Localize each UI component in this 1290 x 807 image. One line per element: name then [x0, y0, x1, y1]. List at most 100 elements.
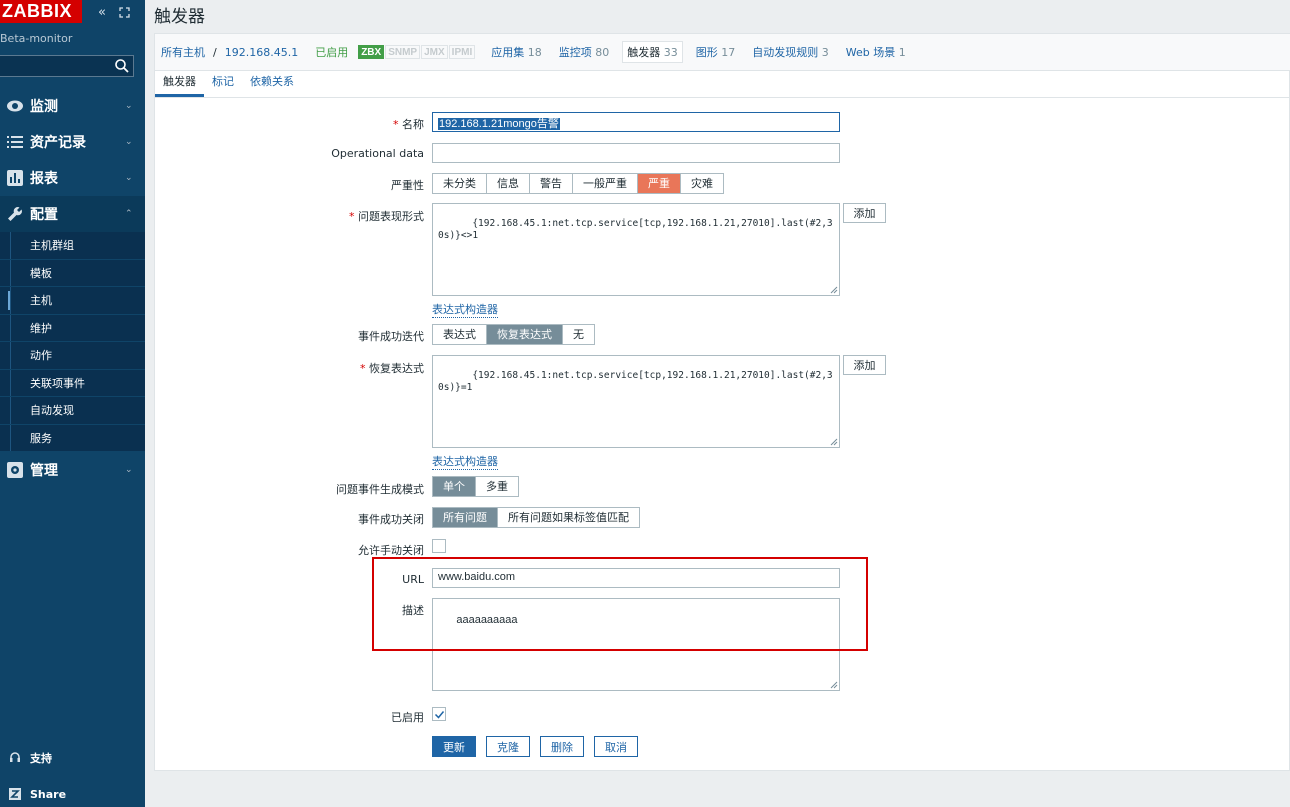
- allow-manual-close-checkbox[interactable]: [432, 539, 446, 553]
- allow-manual-close-label: 允许手动关闭: [358, 544, 424, 557]
- ok-event-generation-selector: 表达式 恢复表达式 无: [432, 324, 595, 345]
- chevron-down-icon: ⌄: [125, 465, 133, 475]
- eye-icon: [0, 100, 30, 112]
- severity-information[interactable]: 信息: [487, 174, 530, 193]
- problem-expression-label: 问题表现形式: [349, 208, 424, 224]
- ok-event-closes-selector: 所有问题 所有问题如果标签值匹配: [432, 507, 640, 528]
- ok-event-none[interactable]: 无: [563, 325, 594, 344]
- description-textarea[interactable]: aaaaaaaaaa: [432, 598, 840, 691]
- headset-icon: [0, 752, 30, 764]
- form-tabs: 触发器 标记 依赖关系: [155, 71, 1290, 98]
- breadcrumb-discovery-rules[interactable]: 自动发现规则 3: [752, 44, 829, 60]
- snmp-badge: SNMP: [385, 45, 421, 59]
- wrench-icon: [0, 206, 30, 222]
- ok-event-closes-label: 事件成功关闭: [358, 513, 424, 526]
- url-input[interactable]: www.baidu.com: [432, 568, 840, 588]
- menu-reports[interactable]: 报表 ⌄: [0, 160, 145, 196]
- resize-grip-icon[interactable]: [830, 286, 838, 294]
- availability-badges: ZBX SNMP JMX IPMI: [358, 45, 476, 59]
- recovery-expression-builder-link[interactable]: 表达式构造器: [432, 453, 498, 470]
- add-problem-expression-button[interactable]: 添加: [843, 203, 886, 223]
- main-panel: 所有主机 / 192.168.45.1 已启用 ZBX SNMP JMX IPM…: [154, 33, 1290, 771]
- ok-event-generation-label: 事件成功迭代: [358, 330, 424, 343]
- tab-trigger[interactable]: 触发器: [155, 73, 204, 97]
- submenu-maintenance[interactable]: 维护: [0, 314, 145, 342]
- name-input[interactable]: 192.168.1.21mongo告警: [432, 112, 840, 132]
- tab-dependencies[interactable]: 依赖关系: [242, 73, 302, 97]
- menu-configuration[interactable]: 配置 ⌃: [0, 196, 145, 232]
- delete-button[interactable]: 删除: [540, 736, 584, 757]
- problem-expression-builder-link[interactable]: 表达式构造器: [432, 301, 498, 318]
- severity-high[interactable]: 严重: [638, 174, 681, 193]
- list-icon: [0, 136, 30, 148]
- breadcrumb-web-scenarios[interactable]: Web 场景 1: [846, 44, 906, 60]
- add-recovery-expression-button[interactable]: 添加: [843, 355, 886, 375]
- search-icon[interactable]: [114, 58, 130, 74]
- severity-average[interactable]: 一般严重: [573, 174, 638, 193]
- sidebar-search-input[interactable]: [0, 55, 134, 77]
- breadcrumb-applications[interactable]: 应用集 18: [491, 44, 542, 60]
- chevron-down-icon: ⌄: [125, 173, 133, 183]
- generation-mode-multiple[interactable]: 多重: [476, 477, 518, 496]
- severity-warning[interactable]: 警告: [530, 174, 573, 193]
- menu-monitoring[interactable]: 监测 ⌄: [0, 88, 145, 124]
- closes-all-problems[interactable]: 所有问题: [433, 508, 498, 527]
- share-link[interactable]: Share: [0, 776, 145, 807]
- kiosk-mode-icon[interactable]: [116, 4, 132, 20]
- breadcrumb-separator: /: [213, 45, 217, 59]
- severity-selector: 未分类 信息 警告 一般严重 严重 灾难: [432, 173, 724, 194]
- ipmi-badge: IPMI: [448, 45, 476, 59]
- closes-problems-tag-match[interactable]: 所有问题如果标签值匹配: [498, 508, 639, 527]
- submenu-hosts[interactable]: 主机: [0, 287, 145, 315]
- bar-chart-icon: [0, 170, 30, 186]
- cancel-button[interactable]: 取消: [594, 736, 638, 757]
- host-status-enabled[interactable]: 已启用: [315, 44, 348, 60]
- operational-data-input[interactable]: [432, 143, 840, 163]
- recovery-expression-textarea[interactable]: {192.168.45.1:net.tcp.service[tcp,192.16…: [432, 355, 840, 448]
- share-icon: [0, 788, 30, 800]
- clone-button[interactable]: 克隆: [486, 736, 530, 757]
- page-title: 触发器: [154, 7, 205, 27]
- tab-tags[interactable]: 标记: [204, 73, 242, 97]
- submenu-templates[interactable]: 模板: [0, 259, 145, 287]
- breadcrumb: 所有主机 / 192.168.45.1 已启用 ZBX SNMP JMX IPM…: [155, 34, 1290, 71]
- submenu-discovery[interactable]: 自动发现: [0, 397, 145, 425]
- checkmark-icon: [434, 711, 445, 719]
- update-button[interactable]: 更新: [432, 736, 476, 757]
- resize-grip-icon[interactable]: [830, 681, 838, 689]
- submenu-event-correlation[interactable]: 关联项事件: [0, 369, 145, 397]
- jmx-badge: JMX: [421, 45, 448, 59]
- severity-label: 严重性: [391, 179, 424, 192]
- form-actions: 更新 克隆 删除 取消: [432, 736, 638, 757]
- submenu-actions[interactable]: 动作: [0, 342, 145, 370]
- breadcrumb-items[interactable]: 监控项 80: [559, 44, 610, 60]
- collapse-sidebar-icon[interactable]: «: [94, 4, 110, 20]
- breadcrumb-all-hosts[interactable]: 所有主机: [161, 44, 205, 60]
- url-label: URL: [402, 573, 424, 586]
- recovery-expression-label: 恢复表达式: [360, 360, 424, 376]
- operational-data-label: Operational data: [331, 147, 424, 160]
- resize-grip-icon[interactable]: [830, 438, 838, 446]
- enabled-label: 已启用: [391, 711, 424, 724]
- problem-expression-textarea[interactable]: {192.168.45.1:net.tcp.service[tcp,192.16…: [432, 203, 840, 296]
- submenu-host-groups[interactable]: 主机群组: [0, 232, 145, 260]
- submenu-services[interactable]: 服务: [0, 424, 145, 452]
- generation-mode-single[interactable]: 单个: [433, 477, 476, 496]
- breadcrumb-host[interactable]: 192.168.45.1: [225, 46, 298, 59]
- gear-icon: [0, 462, 30, 478]
- ok-event-recovery-expression[interactable]: 恢复表达式: [487, 325, 563, 344]
- description-label: 描述: [402, 604, 424, 617]
- severity-not-classified[interactable]: 未分类: [433, 174, 487, 193]
- chevron-down-icon: ⌄: [125, 137, 133, 147]
- severity-disaster[interactable]: 灾难: [681, 174, 723, 193]
- chevron-up-icon: ⌃: [125, 209, 133, 219]
- menu-administration[interactable]: 管理 ⌄: [0, 452, 145, 488]
- menu-inventory[interactable]: 资产记录 ⌄: [0, 124, 145, 160]
- zabbix-logo[interactable]: ZABBIX: [0, 0, 82, 23]
- breadcrumb-triggers[interactable]: 触发器 33: [622, 41, 683, 63]
- ok-event-expression[interactable]: 表达式: [433, 325, 487, 344]
- enabled-checkbox[interactable]: [432, 707, 446, 721]
- support-link[interactable]: 支持: [0, 740, 145, 776]
- breadcrumb-graphs[interactable]: 图形 17: [696, 44, 736, 60]
- problem-generation-mode-selector: 单个 多重: [432, 476, 519, 497]
